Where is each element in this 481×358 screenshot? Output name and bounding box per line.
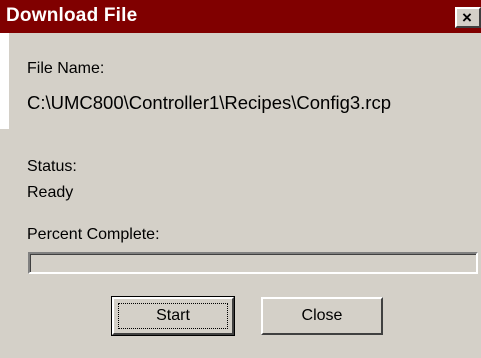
title-close-button[interactable]: × [455, 7, 481, 28]
status-label: Status: [27, 158, 77, 175]
progress-bar [28, 252, 478, 274]
file-name-label: File Name: [27, 60, 105, 77]
percent-complete-label: Percent Complete: [27, 226, 160, 243]
start-button-label: Start [156, 307, 190, 324]
left-edge-strip [0, 33, 9, 129]
download-file-dialog: Download File × File Name: C:\UMC800\Con… [0, 0, 481, 358]
start-button[interactable]: Start [111, 296, 235, 336]
title-bar[interactable]: Download File × [0, 0, 481, 33]
status-value: Ready [27, 184, 74, 201]
close-button[interactable]: Close [261, 297, 383, 335]
file-name-value: C:\UMC800\Controller1\Recipes\Config3.rc… [27, 92, 391, 113]
close-button-label: Close [301, 307, 343, 324]
close-icon: × [462, 8, 472, 27]
dialog-title: Download File [6, 5, 138, 26]
